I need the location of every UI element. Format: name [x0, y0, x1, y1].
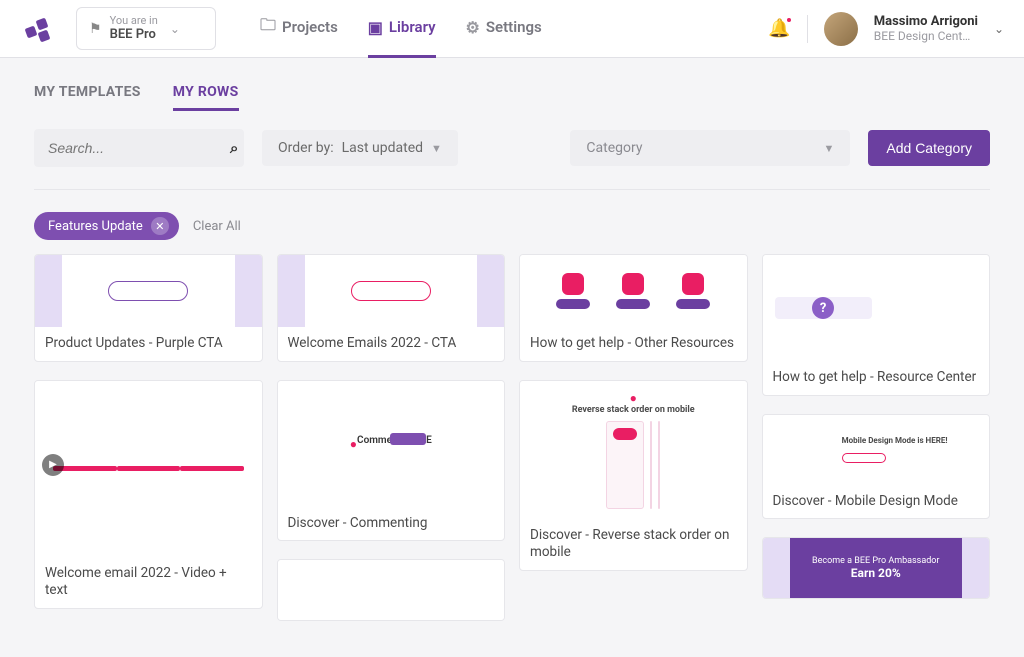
card-title: Discover - Mobile Design Mode — [763, 485, 990, 519]
row-card[interactable] — [277, 559, 506, 621]
brand-name: BEE Pro — [110, 27, 158, 43]
row-card[interactable]: Mobile Design Mode is HERE! Discover - M… — [762, 414, 991, 520]
search-input[interactable] — [48, 140, 230, 156]
row-card[interactable]: ? How to get help - Resource Center — [762, 254, 991, 396]
user-area: 🔔 Massimo Arrigoni BEE Design Cent… ⌄ — [768, 12, 1004, 46]
category-select[interactable]: Category ▼ — [570, 130, 850, 166]
row-card[interactable]: ● Reverse stack order on mobile Discover… — [519, 380, 748, 571]
user-name: Massimo Arrigoni — [874, 14, 978, 30]
filter-chips: Features Update ✕ Clear All — [34, 212, 990, 240]
nav-label: Projects — [282, 18, 338, 36]
notification-dot — [785, 16, 793, 24]
chip-label: Features Update — [48, 219, 143, 234]
library-icon: ▣ — [368, 18, 383, 37]
orderby-label: Order by: — [278, 140, 334, 156]
rows-grid: Product Updates - Purple CTA Welcome ema… — [34, 254, 990, 639]
subtabs: MY TEMPLATES MY ROWS — [34, 76, 990, 111]
nav-label: Settings — [486, 18, 542, 36]
card-thumbnail — [278, 255, 505, 327]
card-title: Welcome Emails 2022 - CTA — [278, 327, 505, 361]
row-card[interactable]: Product Updates - Purple CTA — [34, 254, 263, 362]
main-nav: 🗀 Projects ▣ Library ⚙ Settings — [260, 0, 542, 58]
nav-projects[interactable]: 🗀 Projects — [260, 0, 338, 58]
logo[interactable] — [20, 11, 56, 47]
search-icon[interactable]: ⌕ — [230, 139, 238, 157]
gear-icon: ⚙ — [466, 18, 480, 37]
add-category-button[interactable]: Add Category — [868, 130, 990, 166]
nav-library[interactable]: ▣ Library — [368, 0, 436, 58]
tab-my-templates[interactable]: MY TEMPLATES — [34, 76, 141, 111]
chevron-down-icon: ▼ — [824, 142, 835, 155]
card-thumbnail — [35, 381, 262, 557]
row-card[interactable]: Welcome email 2022 - Video + text — [34, 380, 263, 609]
card-title: Discover - Reverse stack order on mobile — [520, 519, 747, 570]
nav-settings[interactable]: ⚙ Settings — [466, 0, 542, 58]
row-card[interactable]: ● Comment in BEE Discover - Commenting — [277, 380, 506, 542]
orderby-value: Last updated — [342, 140, 423, 156]
row-card[interactable]: Become a BEE Pro Ambassador Earn 20% — [762, 537, 991, 599]
card-title: How to get help - Resource Center — [763, 361, 990, 395]
topbar: ⚑ You are in BEE Pro ⌄ 🗀 Projects ▣ Libr… — [0, 0, 1024, 58]
chevron-down-icon: ⌄ — [170, 22, 180, 36]
chevron-down-icon[interactable]: ⌄ — [994, 22, 1004, 36]
card-title: Discover - Commenting — [278, 507, 505, 541]
category-placeholder: Category — [586, 140, 642, 156]
user-info[interactable]: Massimo Arrigoni BEE Design Cent… — [874, 14, 978, 44]
card-thumbnail: Become a BEE Pro Ambassador Earn 20% — [763, 538, 990, 598]
card-thumbnail: Mobile Design Mode is HERE! — [763, 415, 990, 485]
controls-row: ⌕ Order by: Last updated ▼ Category ▼ Ad… — [34, 129, 990, 190]
avatar[interactable] — [824, 12, 858, 46]
page: MY TEMPLATES MY ROWS ⌕ Order by: Last up… — [0, 58, 1024, 657]
orderby-select[interactable]: Order by: Last updated ▼ — [262, 130, 458, 166]
filter-chip-features-update[interactable]: Features Update ✕ — [34, 212, 179, 240]
folder-icon: 🗀 — [260, 14, 276, 41]
tab-my-rows[interactable]: MY ROWS — [173, 76, 239, 111]
card-title: Product Updates - Purple CTA — [35, 327, 262, 361]
card-thumbnail: ● Comment in BEE — [278, 381, 505, 507]
nav-label: Library — [389, 18, 436, 36]
row-card[interactable]: Welcome Emails 2022 - CTA — [277, 254, 506, 362]
brand-label: You are in — [110, 14, 158, 27]
user-org: BEE Design Cent… — [874, 29, 978, 43]
card-thumbnail — [520, 255, 747, 327]
notifications-button[interactable]: 🔔 — [768, 18, 790, 39]
divider — [807, 15, 808, 43]
card-thumbnail — [35, 255, 262, 327]
brand-switcher[interactable]: ⚑ You are in BEE Pro ⌄ — [76, 7, 216, 50]
close-icon[interactable]: ✕ — [151, 217, 169, 235]
chevron-down-icon: ▼ — [431, 142, 442, 155]
card-thumbnail — [278, 560, 505, 620]
card-title: Welcome email 2022 - Video + text — [35, 557, 262, 608]
row-card[interactable]: How to get help - Other Resources — [519, 254, 748, 362]
card-thumbnail: ? — [763, 255, 990, 361]
card-thumbnail: ● Reverse stack order on mobile — [520, 381, 747, 519]
flag-icon: ⚑ — [89, 21, 102, 37]
clear-all-button[interactable]: Clear All — [193, 219, 241, 234]
search-box[interactable]: ⌕ — [34, 129, 244, 167]
card-title: How to get help - Other Resources — [520, 327, 747, 361]
